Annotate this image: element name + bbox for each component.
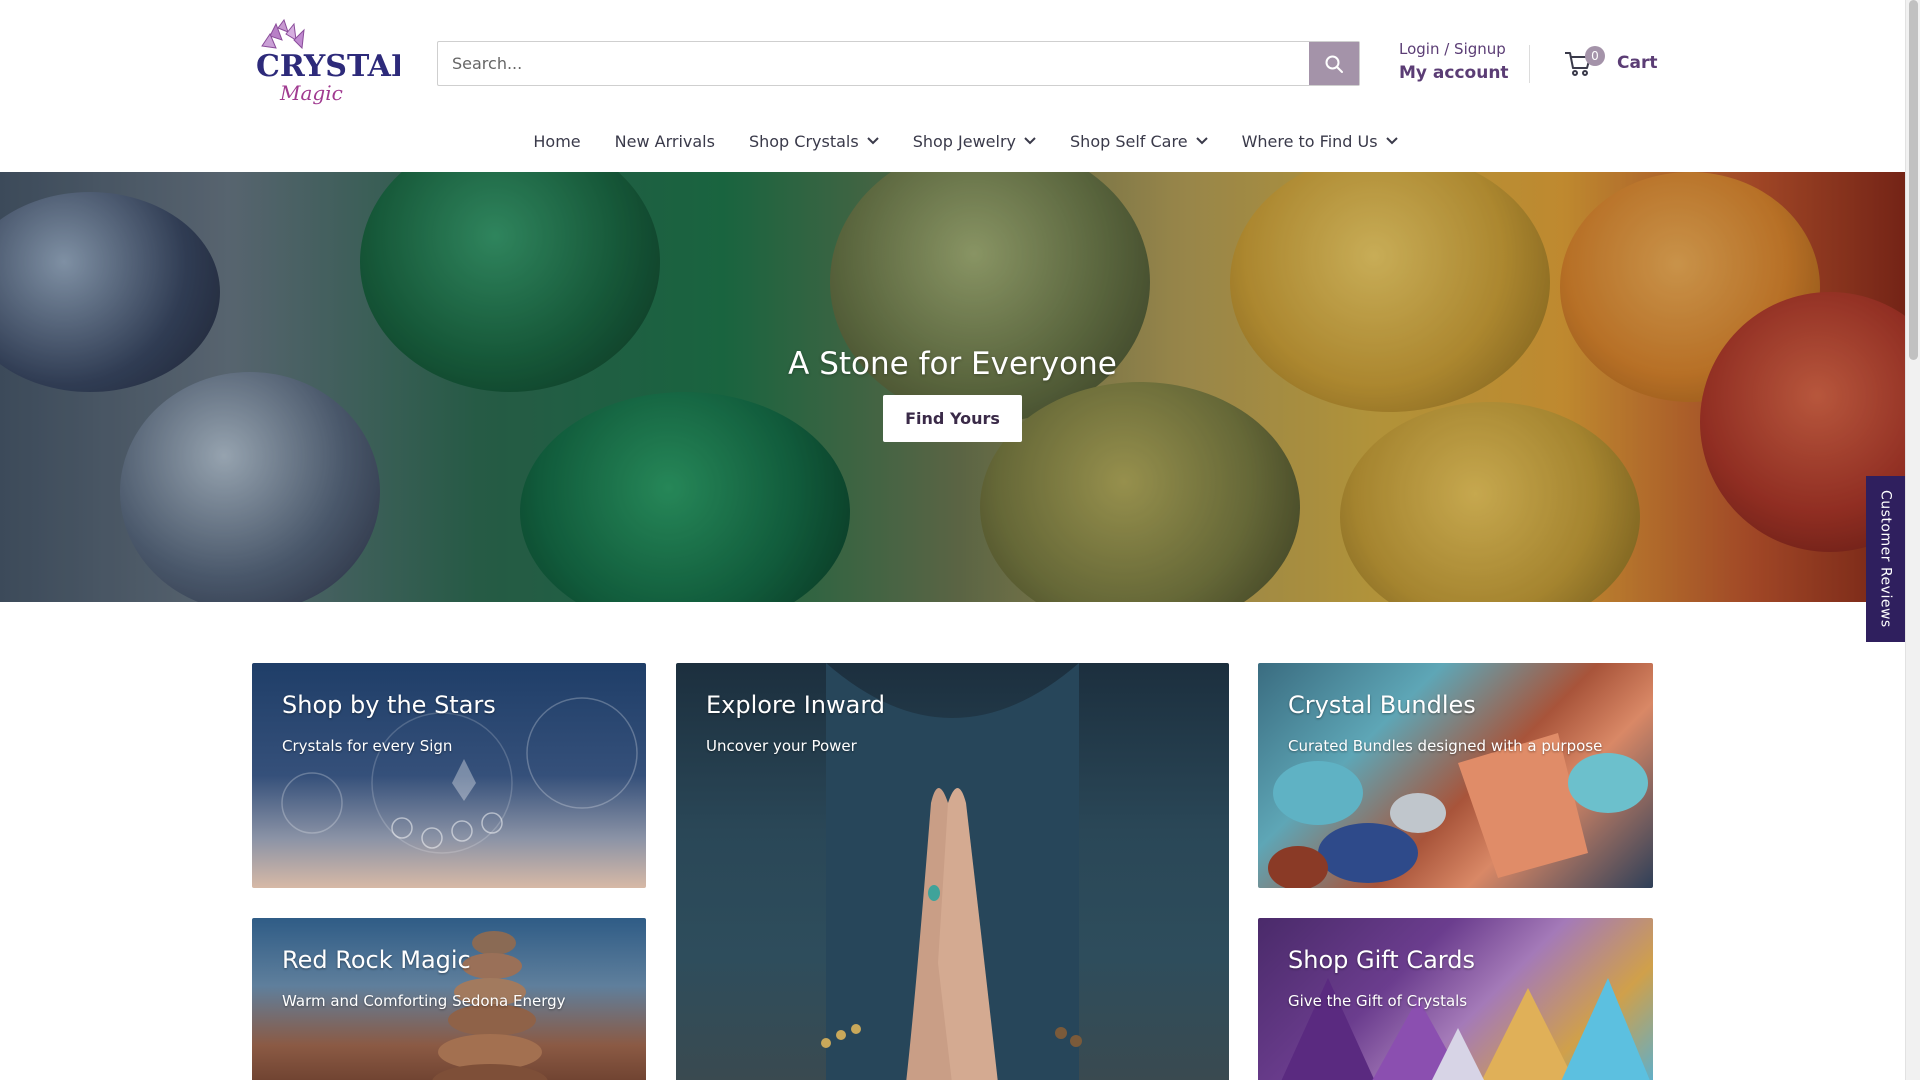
- nav-label: Shop Crystals: [748, 131, 859, 151]
- customer-reviews-tab[interactable]: Customer Reviews: [1866, 476, 1905, 642]
- crystal-logo-icon: CRYSTAL Magic: [256, 18, 412, 105]
- find-yours-button[interactable]: Find Yours: [883, 395, 1022, 442]
- chevron-down-icon: [1024, 137, 1036, 145]
- search-button[interactable]: [1309, 42, 1359, 85]
- chevron-down-icon: [1385, 137, 1398, 145]
- nav-label: Where to Find Us: [1241, 131, 1378, 151]
- collection-tile-stars[interactable]: Shop by the Stars Crystals for every Sig…: [252, 663, 646, 888]
- svg-text:Magic: Magic: [279, 81, 343, 105]
- hero-title: A Stone for Everyone: [788, 346, 1117, 382]
- collection-tile-gift-cards[interactable]: Shop Gift Cards Give the Gift of Crystal…: [1258, 918, 1653, 1080]
- svg-text:CRYSTAL: CRYSTAL: [256, 49, 400, 84]
- cart-link[interactable]: 0 Cart: [1563, 46, 1657, 80]
- account-links: Login / Signup My account: [1399, 40, 1509, 83]
- tile-subtitle: Crystals for every Sign: [282, 737, 453, 755]
- collection-tile-explore-inward[interactable]: Explore Inward Uncover your Power: [676, 663, 1229, 1080]
- page-scrollbar[interactable]: [1905, 0, 1920, 1080]
- scrollbar-thumb[interactable]: [1909, 0, 1918, 360]
- nav-item-new-arrivals[interactable]: New Arrivals: [615, 126, 715, 156]
- tile-subtitle: Give the Gift of Crystals: [1288, 992, 1468, 1010]
- nav-item-shop-crystals[interactable]: Shop Crystals: [749, 126, 879, 156]
- tile-title: Explore Inward: [706, 691, 885, 719]
- tile-subtitle: Curated Bundles designed with a purpose: [1288, 737, 1603, 755]
- main-nav: Home New Arrivals Shop Crystals Shop Jew…: [0, 126, 1905, 156]
- cart-label: Cart: [1617, 53, 1658, 73]
- search-icon: [1325, 55, 1343, 73]
- nav-item-shop-jewelry[interactable]: Shop Jewelry: [913, 126, 1036, 156]
- praying-hands-image: [821, 663, 1082, 1080]
- hero-banner: A Stone for Everyone Find Yours: [0, 172, 1905, 602]
- tile-title: Shop by the Stars: [282, 691, 496, 719]
- site-header: CRYSTAL Magic Login / Signup My account: [0, 0, 1905, 172]
- cart-icon: 0: [1563, 46, 1605, 78]
- cart-count-badge: 0: [1585, 46, 1605, 66]
- chevron-down-icon: [866, 137, 879, 145]
- header-divider: [1529, 45, 1530, 83]
- tile-title: Crystal Bundles: [1288, 691, 1476, 719]
- tile-title: Red Rock Magic: [282, 946, 471, 974]
- page: CRYSTAL Magic Login / Signup My account: [0, 0, 1920, 1080]
- nav-item-home[interactable]: Home: [533, 126, 580, 156]
- nav-label: Home: [533, 131, 581, 151]
- my-account-link[interactable]: My account: [1399, 63, 1509, 83]
- tile-subtitle: Uncover your Power: [706, 737, 857, 755]
- nav-item-where-to-find-us[interactable]: Where to Find Us: [1242, 126, 1398, 156]
- tile-subtitle: Warm and Comforting Sedona Energy: [282, 992, 566, 1010]
- site-logo[interactable]: CRYSTAL Magic: [252, 18, 412, 108]
- nav-label: New Arrivals: [614, 131, 715, 151]
- search-bar: [437, 41, 1360, 86]
- collection-tile-crystal-bundles[interactable]: Crystal Bundles Curated Bundles designed…: [1258, 663, 1653, 888]
- hero-overlay: [0, 172, 1905, 602]
- collection-tile-red-rock-magic[interactable]: Red Rock Magic Warm and Comforting Sedon…: [252, 918, 646, 1080]
- login-signup-link[interactable]: Login / Signup: [1399, 40, 1509, 58]
- tile-title: Shop Gift Cards: [1288, 946, 1475, 974]
- nav-item-shop-self-care[interactable]: Shop Self Care: [1070, 126, 1208, 156]
- nav-label: Shop Jewelry: [912, 131, 1017, 151]
- nav-label: Shop Self Care: [1070, 131, 1188, 151]
- chevron-down-icon: [1195, 137, 1208, 145]
- search-input[interactable]: [438, 42, 1310, 85]
